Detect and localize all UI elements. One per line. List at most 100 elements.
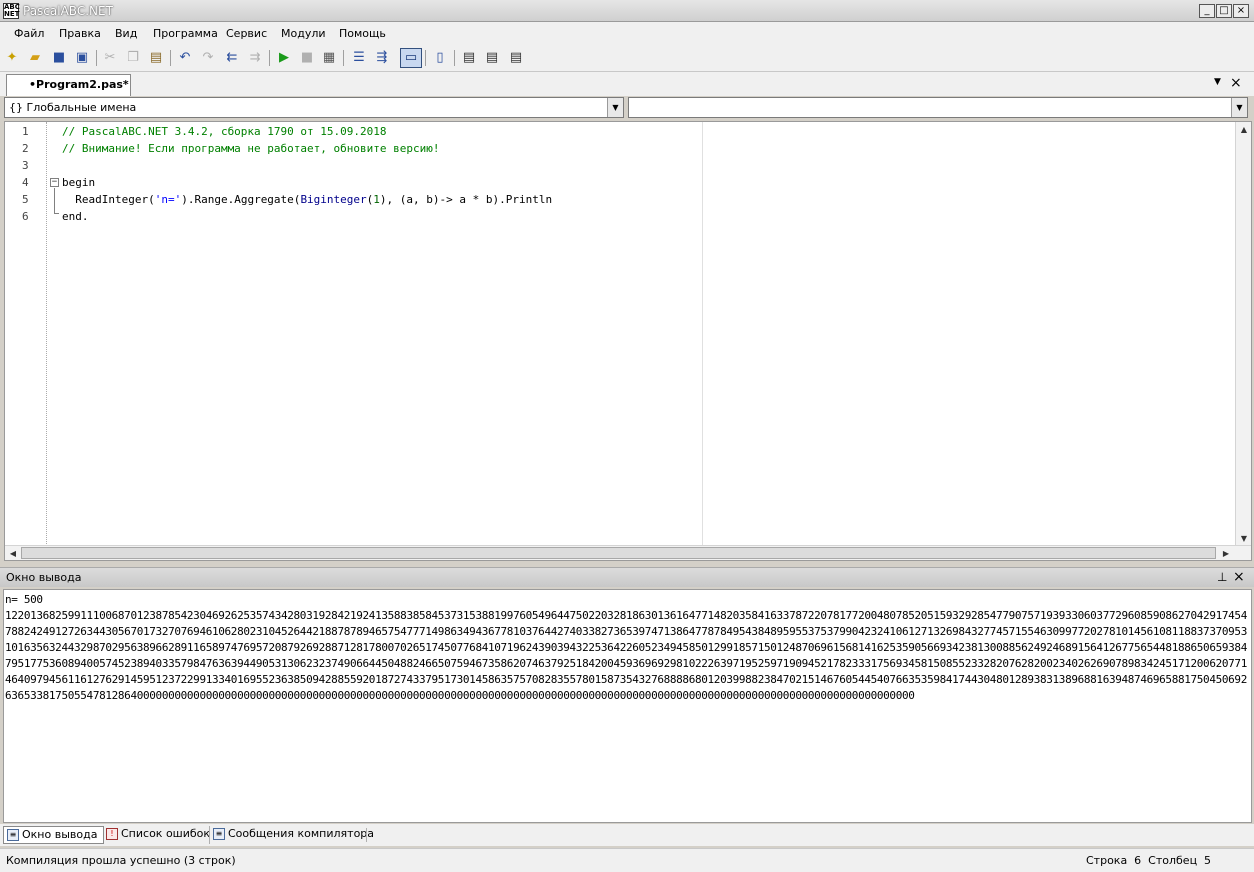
open-folder-icon[interactable]: ▰ — [26, 49, 44, 67]
title-bar: ABC NET PascalABC.NET _ □ × — [0, 0, 1254, 22]
code-token: // PascalABC.NET 3.4.2, сборка 1790 от 1… — [62, 125, 387, 138]
output-panel-header: Окно вывода ⊥ × — [0, 567, 1254, 587]
tab-error-list-label: Список ошибок — [121, 827, 211, 840]
toolbar-separator — [454, 50, 455, 66]
member-combo[interactable]: ▼ — [628, 97, 1248, 118]
menu-help[interactable]: Помощь — [339, 27, 386, 40]
toolbar: ✦ ▰ ■ ▣ ✂ ❐ ▤ ↶ ↷ ⇇ ⇉ ▶ ■ ▦ ☰ ⇶ ▭ ▯ ▤ ▤ … — [0, 44, 1254, 72]
scope-combo-value: {} Глобальные имена — [9, 101, 137, 114]
cut-icon[interactable]: ✂ — [101, 49, 119, 67]
form-icon-3[interactable]: ▤ — [507, 49, 525, 67]
bottom-panel-tabs: ≡ Окно вывода ! Список ошибок ≡ Сообщени… — [0, 824, 1254, 846]
tab-program2[interactable]: •Program2.pas* — [6, 74, 131, 96]
tab-output-window-label: Окно вывода — [22, 828, 98, 841]
menu-program[interactable]: Программа — [153, 27, 218, 40]
scroll-up-icon[interactable]: ▲ — [1236, 122, 1252, 137]
toolbar-separator — [343, 50, 344, 66]
navigate-forward-icon[interactable]: ⇉ — [246, 49, 264, 67]
document-tabs: •Program2.pas* ▼ × — [0, 72, 1254, 96]
menu-view[interactable]: Вид — [115, 27, 137, 40]
output-line: 7951775360894005745238940335798476363944… — [5, 657, 1247, 670]
chevron-down-icon[interactable]: ▼ — [607, 98, 623, 117]
form-icon-2[interactable]: ▤ — [483, 49, 501, 67]
code-token: // Внимание! Если программа не работает,… — [62, 142, 440, 155]
line-number: 3 — [22, 159, 29, 172]
debug-step-icon[interactable]: ⇶ — [373, 49, 391, 67]
menu-file[interactable]: Файл — [14, 27, 44, 40]
menu-service[interactable]: Сервис — [226, 27, 267, 40]
line-number: 2 — [22, 142, 29, 155]
fold-guide — [54, 188, 55, 214]
horizontal-scroll-thumb[interactable] — [21, 547, 1216, 559]
error-list-icon: ! — [106, 828, 118, 840]
code-token: Biginteger — [300, 193, 367, 206]
menu-edit[interactable]: Правка — [59, 27, 101, 40]
toolbar-separator — [170, 50, 171, 66]
redo-icon[interactable]: ↷ — [199, 49, 217, 67]
properties-icon[interactable]: ▯ — [431, 49, 449, 67]
close-panel-icon[interactable]: × — [1233, 569, 1245, 585]
code-token: ).Range.Aggregate( — [181, 193, 301, 206]
output-window-icon: ≡ — [7, 829, 19, 841]
copy-icon[interactable]: ❐ — [124, 49, 142, 67]
form-icon-1[interactable]: ▤ — [460, 49, 478, 67]
toolbar-separator — [425, 50, 426, 66]
minimize-button[interactable]: _ — [1199, 4, 1215, 18]
tab-error-list[interactable]: ! Список ошибок — [103, 826, 216, 844]
format-code-icon[interactable]: ☰ — [350, 49, 368, 67]
output-line: 1220136825991110068701238785423046926253… — [5, 609, 1247, 622]
compiler-messages-icon: ≡ — [213, 828, 225, 840]
right-margin-line — [702, 122, 703, 546]
code-token: begin — [62, 176, 96, 189]
save-all-icon[interactable]: ▣ — [73, 49, 91, 67]
code-line: begin — [62, 176, 95, 189]
run-icon[interactable]: ▶ — [275, 49, 293, 67]
scroll-down-icon[interactable]: ▼ — [1236, 531, 1252, 546]
compile-icon[interactable]: ▦ — [320, 49, 338, 67]
menu-bar: Файл Правка Вид Программа Сервис Модули … — [0, 22, 1254, 44]
scroll-left-icon[interactable]: ◀ — [5, 546, 21, 561]
scope-combo[interactable]: {} Глобальные имена ▼ — [4, 97, 624, 118]
output-window[interactable]: n= 500 122013682599111006870123878542304… — [3, 589, 1252, 823]
output-prompt-line: n= 500 — [5, 593, 43, 606]
line-number: 4 — [22, 176, 29, 189]
editor-vertical-scrollbar[interactable]: ▲ ▼ — [1235, 122, 1251, 546]
scroll-right-icon[interactable]: ▶ — [1218, 546, 1234, 561]
new-file-icon[interactable]: ✦ — [3, 49, 21, 67]
tab-separator — [366, 828, 367, 842]
cursor-position: Строка 6 Столбец 5 — [1086, 854, 1212, 867]
code-editor[interactable]: 1 2 3 4 5 6 − // PascalABC.NET 3.4.2, сб… — [4, 121, 1252, 561]
menu-modules[interactable]: Модули — [281, 27, 326, 40]
window-title: PascalABC.NET — [23, 4, 113, 18]
chevron-down-icon[interactable]: ▼ — [1231, 98, 1247, 117]
tab-compiler-messages-label: Сообщения компилятора — [228, 827, 375, 840]
line-number: 6 — [22, 210, 29, 223]
code-line: // PascalABC.NET 3.4.2, сборка 1790 от 1… — [62, 125, 387, 138]
undo-icon[interactable]: ↶ — [176, 49, 194, 67]
tab-output-window[interactable]: ≡ Окно вывода — [3, 826, 105, 844]
code-token: 1 — [373, 193, 380, 206]
output-result: 1220136825991110068701238785423046926253… — [5, 608, 1251, 704]
tab-list-dropdown-icon[interactable]: ▼ — [1214, 77, 1221, 87]
output-line: 1016356324432987029563896628911658974769… — [5, 641, 1247, 654]
editor-horizontal-scrollbar[interactable]: ◀ ▶ — [5, 545, 1251, 560]
toolbar-separator — [96, 50, 97, 66]
output-window-toggle-icon[interactable]: ▭ — [400, 48, 422, 68]
output-line: 6365338175055478128640000000000000000000… — [5, 689, 915, 702]
pin-icon[interactable]: ⊥ — [1217, 570, 1227, 584]
maximize-button[interactable]: □ — [1216, 4, 1232, 18]
paste-icon[interactable]: ▤ — [147, 49, 165, 67]
code-token: ), (a, b)-> a * b).Println — [379, 193, 553, 206]
compile-status: Компиляция прошла успешно (3 строк) — [6, 854, 236, 867]
line-number-gutter: 1 2 3 4 5 6 — [5, 122, 47, 546]
code-line: ReadInteger('n=').Range.Aggregate(Bigint… — [62, 193, 552, 206]
toolbar-separator — [269, 50, 270, 66]
tab-compiler-messages[interactable]: ≡ Сообщения компилятора — [209, 826, 380, 844]
fold-collapse-icon[interactable]: − — [50, 178, 59, 187]
close-window-button[interactable]: × — [1233, 4, 1249, 18]
save-icon[interactable]: ■ — [50, 49, 68, 67]
navigate-back-icon[interactable]: ⇇ — [223, 49, 241, 67]
close-tab-icon[interactable]: × — [1230, 75, 1242, 91]
code-token: 'n=' — [154, 193, 182, 206]
stop-icon[interactable]: ■ — [298, 49, 316, 67]
